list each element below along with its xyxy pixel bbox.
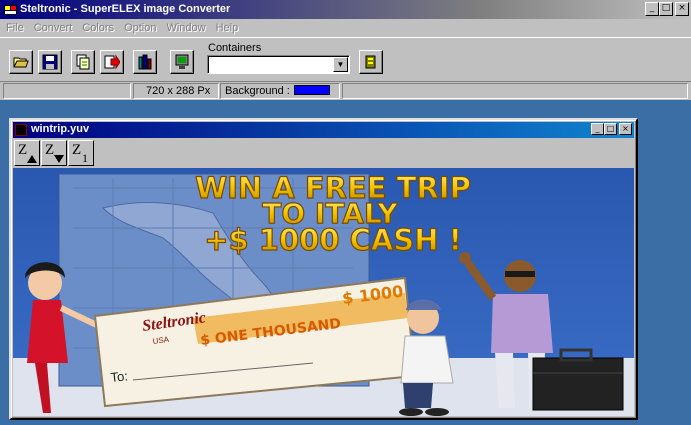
image-canvas[interactable]: WIN A FREE TRIP TO ITALY +$ 1000 CASH ! … — [13, 168, 634, 416]
close-button[interactable]: × — [675, 2, 689, 16]
zoom-in-button[interactable]: Z — [14, 140, 40, 166]
zoom-actual-size-button[interactable]: Z 1 — [68, 140, 94, 166]
suitcase — [532, 348, 624, 411]
status-empty-cell-2 — [342, 83, 688, 99]
check-to: To: — [110, 368, 129, 385]
status-bar: 720 x 288 Px Background : — [0, 81, 691, 99]
toolbar: Containers ▼ — [0, 37, 691, 80]
export-icon — [104, 54, 120, 70]
menu-help[interactable]: Help — [216, 19, 239, 37]
background-label: Background : — [225, 85, 290, 97]
zoom-in-label: Z — [18, 142, 28, 158]
image-window-title-bar[interactable]: wintrip.yuv _ □ × — [13, 122, 634, 138]
transfer-icon — [138, 54, 152, 70]
monitor-icon — [175, 54, 189, 69]
image-close-button[interactable]: × — [619, 123, 632, 135]
save-icon — [42, 54, 58, 70]
containers-dropdown[interactable]: ▼ — [207, 55, 350, 74]
zoom-toolbar: Z Z Z 1 — [13, 139, 634, 167]
menu-convert[interactable]: Convert — [34, 19, 73, 37]
container-button[interactable] — [359, 50, 383, 74]
app-icon — [4, 5, 17, 15]
transfer-button[interactable] — [133, 50, 157, 74]
arrow-up-icon — [27, 155, 37, 163]
maximize-button[interactable]: □ — [659, 2, 673, 16]
app-title: Steltronic - SuperELEX image Converter — [20, 3, 231, 15]
image-window: wintrip.yuv _ □ × Z Z Z 1 WIN A FREE TRI… — [9, 118, 638, 420]
zoom-out-label: Z — [45, 142, 55, 158]
app-title-bar: Steltronic - SuperELEX image Converter _… — [0, 0, 691, 19]
image-maximize-button[interactable]: □ — [604, 123, 617, 135]
menu-colors[interactable]: Colors — [82, 19, 114, 37]
menu-file[interactable]: File — [6, 19, 24, 37]
arrow-down-icon — [54, 155, 64, 163]
zoom-actual-label: Z — [72, 142, 82, 158]
image-minimize-button[interactable]: _ — [591, 123, 604, 135]
image-file-icon — [15, 124, 27, 136]
containers-label: Containers — [208, 42, 262, 54]
promo-image: WIN A FREE TRIP TO ITALY +$ 1000 CASH ! … — [13, 168, 634, 416]
minimize-button[interactable]: _ — [645, 2, 659, 16]
convert-icon — [76, 54, 90, 70]
menu-option[interactable]: Option — [124, 19, 156, 37]
chevron-down-icon[interactable]: ▼ — [333, 57, 348, 72]
zoom-out-button[interactable]: Z — [41, 140, 67, 166]
resolution-readout: 720 x 288 Px — [133, 83, 219, 99]
menu-window[interactable]: Window — [166, 19, 205, 37]
open-icon — [13, 57, 29, 68]
status-empty-cell — [3, 83, 131, 99]
save-button[interactable] — [38, 50, 62, 74]
convert-button[interactable] — [71, 50, 95, 74]
zoom-actual-sub: 1 — [82, 151, 88, 165]
container-icon — [365, 55, 376, 69]
background-color-swatch[interactable] — [293, 85, 330, 95]
monitor-button[interactable] — [170, 50, 194, 74]
background-readout[interactable]: Background : — [220, 83, 340, 99]
image-window-title: wintrip.yuv — [31, 123, 90, 135]
open-button[interactable] — [9, 50, 33, 74]
menu-bar: File Convert Colors Option Window Help — [0, 19, 691, 37]
headline-line-3: +$ 1000 CASH ! — [204, 223, 462, 257]
export-button[interactable] — [100, 50, 124, 74]
